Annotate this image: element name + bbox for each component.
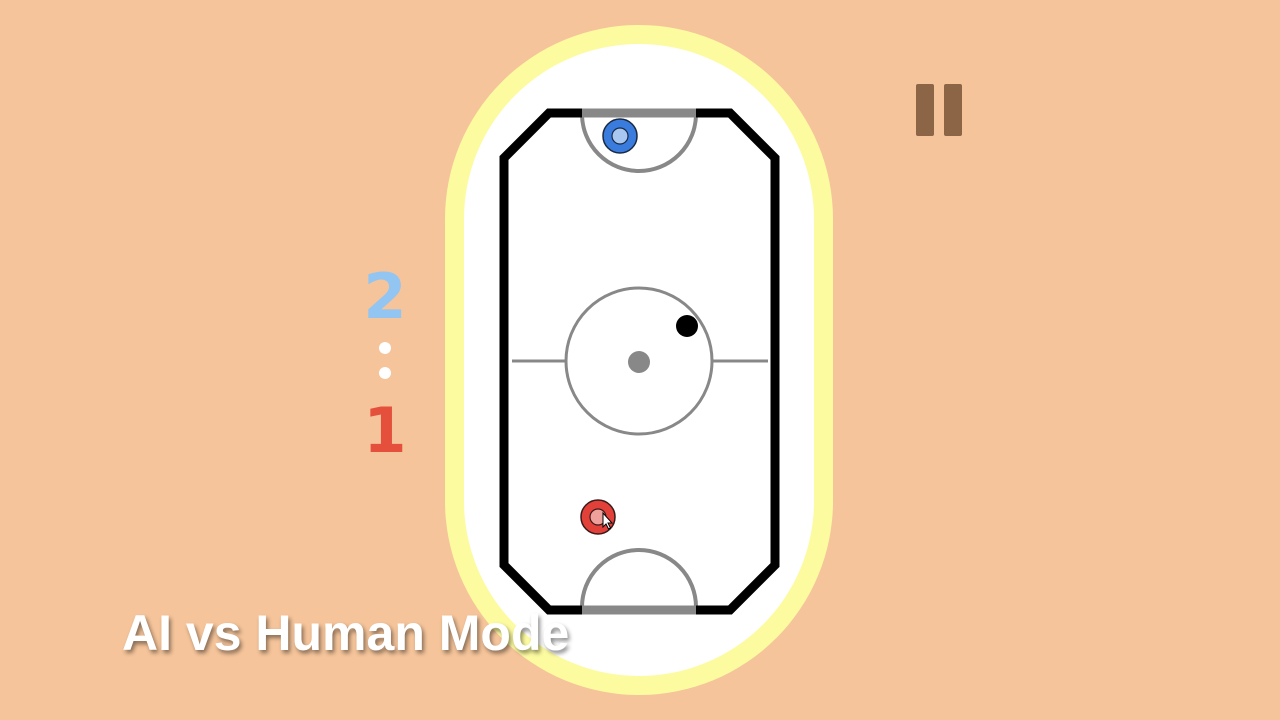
game-stage[interactable]: 2 1 AI vs Human Mode: [0, 0, 1280, 720]
ai-paddle-knob: [611, 127, 629, 145]
pause-icon[interactable]: [916, 84, 934, 136]
puck: [676, 315, 698, 337]
human-score: 1: [363, 394, 407, 467]
pause-button[interactable]: [914, 82, 968, 138]
mode-caption: AI vs Human Mode: [122, 605, 570, 661]
human-paddle[interactable]: [580, 499, 616, 535]
score-separator-dot-top: [379, 342, 391, 354]
ai-paddle: [602, 118, 638, 154]
pause-icon-bar[interactable]: [944, 84, 962, 136]
score-separator-dot-bottom: [379, 367, 391, 379]
center-spot: [628, 351, 650, 373]
ai-score: 2: [363, 260, 407, 333]
